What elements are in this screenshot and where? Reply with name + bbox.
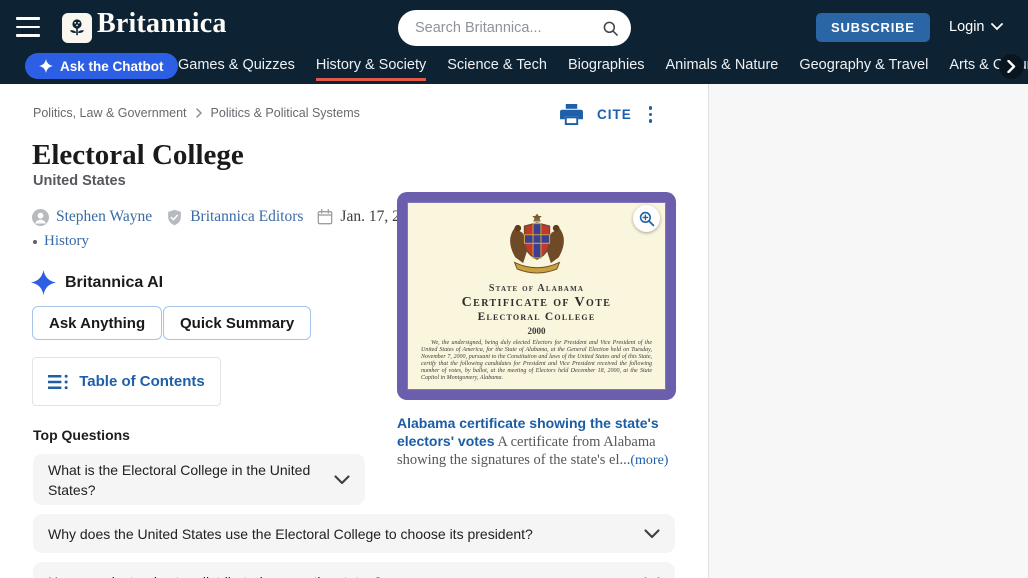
more-options-kebab-icon[interactable] <box>646 103 656 126</box>
calendar-icon <box>318 209 333 225</box>
brand-wordmark[interactable]: Britannica <box>97 8 227 40</box>
ask-the-chatbot-button[interactable]: Ask the Chatbot <box>25 53 178 79</box>
britannica-logo[interactable] <box>62 13 92 43</box>
nav-item-geography-travel[interactable]: Geography & Travel <box>799 53 928 81</box>
primary-nav: Games & Quizzes History & Society Scienc… <box>178 53 1028 84</box>
alabama-certificate-image: State of Alabama Certificate of Vote Ele… <box>407 202 666 390</box>
author-link[interactable]: Stephen Wayne <box>56 208 152 226</box>
toc-label: Table of Contents <box>79 373 205 390</box>
table-of-contents-button[interactable]: Table of Contents <box>32 357 221 406</box>
verified-shield-icon <box>168 209 182 225</box>
breadcrumb-politics-political-systems[interactable]: Politics & Political Systems <box>211 106 360 120</box>
article-toolbar: CITE <box>560 103 655 126</box>
britannica-article-page: Britannica SUBSCRIBE Login Ask the Chatb… <box>0 0 1028 578</box>
nav-item-animals-nature[interactable]: Animals & Nature <box>666 53 779 81</box>
breadcrumb: Politics, Law & Government Politics & Po… <box>33 106 360 120</box>
author-avatar-icon <box>32 208 49 226</box>
byline: Stephen Wayne Britannica Editors Jan. 17… <box>32 208 423 226</box>
certificate-state-line: State of Alabama <box>488 283 585 294</box>
article-subtitle: United States <box>33 173 126 189</box>
certificate-subtitle-line: Electoral College <box>477 311 596 323</box>
hamburger-menu-icon[interactable] <box>16 17 40 37</box>
britannica-ai-header: Britannica AI <box>31 270 163 295</box>
print-icon[interactable] <box>560 103 583 125</box>
nav-item-science-tech[interactable]: Science & Tech <box>447 53 547 81</box>
cite-button[interactable]: CITE <box>597 107 632 122</box>
breadcrumb-politics-law-government[interactable]: Politics, Law & Government <box>33 106 187 120</box>
chevron-down-icon <box>991 23 1004 31</box>
search-icon[interactable] <box>602 18 619 39</box>
certificate-title-line: Certificate of Vote <box>461 295 612 310</box>
image-zoom-button[interactable] <box>633 205 660 232</box>
caption-more-link[interactable]: (more) <box>630 453 668 468</box>
quick-summary-button[interactable]: Quick Summary <box>163 306 312 340</box>
britannica-ai-title: Britannica AI <box>65 273 164 291</box>
site-header: Britannica SUBSCRIBE Login Ask the Chatb… <box>0 0 1028 84</box>
question-accordion-3[interactable]: How are electoral votes distributed amon… <box>33 562 675 578</box>
nav-item-biographies[interactable]: Biographies <box>568 53 645 81</box>
search-input[interactable] <box>415 20 602 36</box>
search-bar[interactable] <box>398 10 631 46</box>
chatbot-label: Ask the Chatbot <box>60 58 164 74</box>
question-text: Why does the United States use the Elect… <box>48 526 533 542</box>
nav-item-games-quizzes[interactable]: Games & Quizzes <box>178 53 295 81</box>
certificate-body-text: We, the undersigned, being duly elected … <box>421 340 652 382</box>
chevron-down-icon <box>644 528 660 538</box>
right-rail <box>708 84 1028 578</box>
ask-anything-button[interactable]: Ask Anything <box>32 306 163 340</box>
question-text: What is the Electoral College in the Uni… <box>48 462 311 498</box>
login-button[interactable]: Login <box>949 19 1004 35</box>
certificate-year: 2000 <box>527 326 546 336</box>
question-text: How are electoral votes distributed amon… <box>33 562 675 578</box>
page-title: Electoral College <box>32 139 244 171</box>
top-questions-heading: Top Questions <box>33 427 130 443</box>
category-history-link[interactable]: History <box>44 233 89 250</box>
image-caption: Alabama certificate showing the state's … <box>397 415 679 470</box>
toc-list-icon <box>48 374 68 389</box>
category-row: History <box>33 233 89 250</box>
chevron-right-icon <box>1007 60 1016 73</box>
thistle-icon <box>70 19 84 36</box>
nav-item-history-society[interactable]: History & Society <box>315 53 427 81</box>
chevron-down-icon <box>334 474 350 484</box>
subscribe-button[interactable]: SUBSCRIBE <box>816 13 930 42</box>
sparkle-icon <box>39 59 53 73</box>
bullet-dot <box>33 239 37 244</box>
article-lead-image[interactable]: State of Alabama Certificate of Vote Ele… <box>397 192 676 400</box>
breadcrumb-separator-icon <box>195 108 202 118</box>
question-accordion-2[interactable]: Why does the United States use the Elect… <box>33 514 675 553</box>
ai-sparkle-icon <box>31 270 56 295</box>
zoom-in-icon <box>639 211 654 226</box>
editors-link[interactable]: Britannica Editors <box>190 208 303 226</box>
nav-scroll-right-button[interactable] <box>999 54 1024 79</box>
question-accordion-1[interactable]: What is the Electoral College in the Uni… <box>33 454 365 505</box>
alabama-coat-of-arms <box>509 213 564 274</box>
login-label: Login <box>949 19 985 35</box>
